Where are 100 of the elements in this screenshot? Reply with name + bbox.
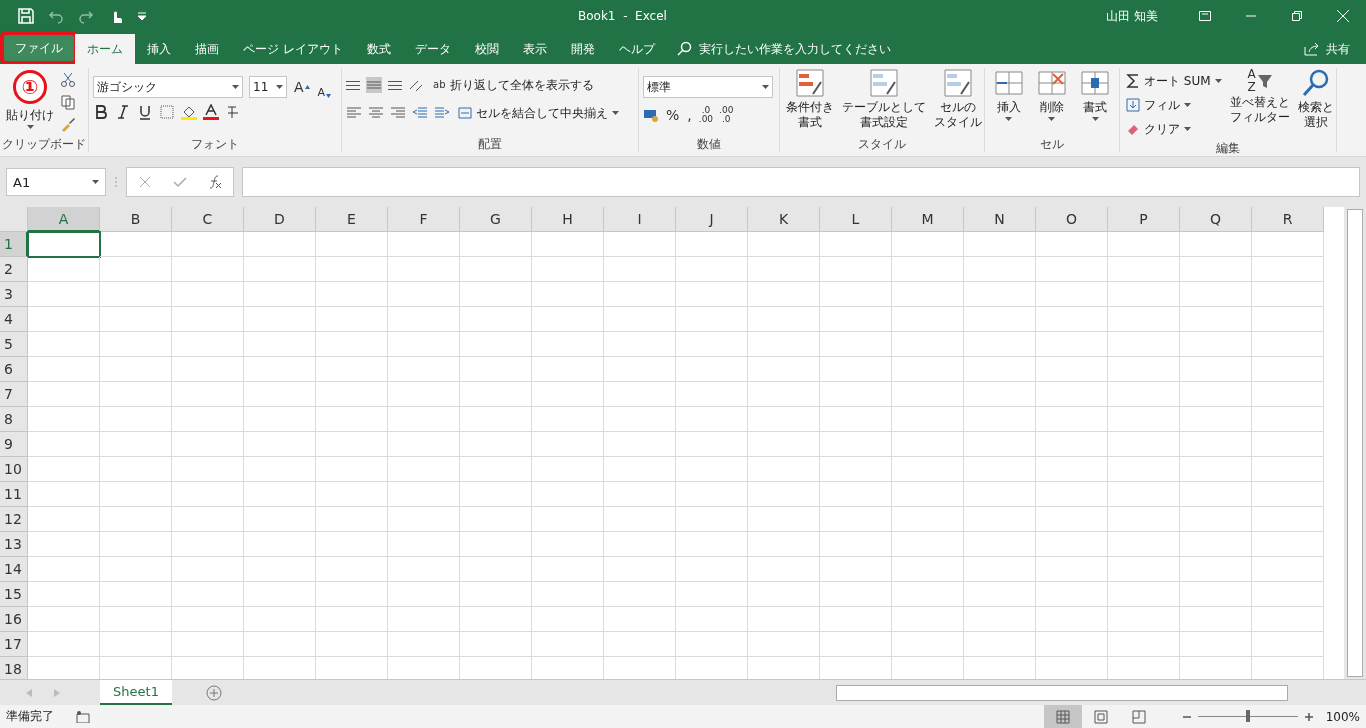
- ribbon-tab[interactable]: 挿入: [135, 34, 183, 64]
- table-cell[interactable]: [1180, 457, 1252, 482]
- table-cell[interactable]: [316, 557, 388, 582]
- table-cell[interactable]: [1036, 482, 1108, 507]
- table-cell[interactable]: [1108, 457, 1180, 482]
- table-cell[interactable]: [820, 257, 892, 282]
- table-cell[interactable]: [388, 582, 460, 607]
- table-cell[interactable]: [964, 482, 1036, 507]
- table-cell[interactable]: [676, 357, 748, 382]
- table-cell[interactable]: [1180, 582, 1252, 607]
- row-header[interactable]: 16: [0, 607, 28, 632]
- table-cell[interactable]: [820, 382, 892, 407]
- table-cell[interactable]: [316, 432, 388, 457]
- table-cell[interactable]: [316, 332, 388, 357]
- ribbon-tab[interactable]: データ: [402, 34, 463, 64]
- table-cell[interactable]: [1180, 432, 1252, 457]
- table-cell[interactable]: [388, 257, 460, 282]
- table-cell[interactable]: [1252, 357, 1324, 382]
- table-cell[interactable]: [676, 457, 748, 482]
- table-cell[interactable]: [820, 332, 892, 357]
- zoom-slider-thumb[interactable]: [1245, 710, 1250, 722]
- row-header[interactable]: 1: [0, 232, 28, 257]
- table-cell[interactable]: [460, 307, 532, 332]
- table-cell[interactable]: [676, 282, 748, 307]
- table-cell[interactable]: [1180, 557, 1252, 582]
- table-cell[interactable]: [316, 457, 388, 482]
- table-cell[interactable]: [532, 607, 604, 632]
- increase-decimal-button[interactable]: .0 .00: [698, 105, 714, 125]
- table-cell[interactable]: [28, 482, 100, 507]
- table-cell[interactable]: [100, 332, 172, 357]
- table-cell[interactable]: [964, 382, 1036, 407]
- table-cell[interactable]: [28, 457, 100, 482]
- table-cell[interactable]: [676, 382, 748, 407]
- table-cell[interactable]: [388, 532, 460, 557]
- table-cell[interactable]: [964, 607, 1036, 632]
- table-cell[interactable]: [1252, 582, 1324, 607]
- table-cell[interactable]: [1108, 282, 1180, 307]
- table-cell[interactable]: [748, 257, 820, 282]
- table-cell[interactable]: [244, 432, 316, 457]
- table-cell[interactable]: [604, 407, 676, 432]
- column-header[interactable]: R: [1252, 207, 1324, 232]
- autosum-button[interactable]: オート SUM: [1124, 70, 1224, 92]
- table-cell[interactable]: [748, 457, 820, 482]
- table-cell[interactable]: [820, 357, 892, 382]
- table-cell[interactable]: [676, 482, 748, 507]
- table-cell[interactable]: [316, 582, 388, 607]
- ribbon-tab[interactable]: ヘルプ: [606, 34, 667, 64]
- table-cell[interactable]: [748, 632, 820, 657]
- table-cell[interactable]: [820, 557, 892, 582]
- select-all-corner[interactable]: [0, 207, 28, 232]
- table-cell[interactable]: [820, 582, 892, 607]
- table-cell[interactable]: [676, 582, 748, 607]
- table-cell[interactable]: [604, 332, 676, 357]
- table-cell[interactable]: [1108, 407, 1180, 432]
- table-cell[interactable]: [604, 532, 676, 557]
- ribbon-tab[interactable]: 描画: [183, 34, 231, 64]
- table-cell[interactable]: [316, 482, 388, 507]
- table-cell[interactable]: [460, 507, 532, 532]
- table-cell[interactable]: [388, 382, 460, 407]
- table-cell[interactable]: [28, 507, 100, 532]
- table-cell[interactable]: [388, 457, 460, 482]
- table-cell[interactable]: [1252, 632, 1324, 657]
- table-cell[interactable]: [1252, 257, 1324, 282]
- table-cell[interactable]: [676, 332, 748, 357]
- table-cell[interactable]: [100, 632, 172, 657]
- table-cell[interactable]: [532, 557, 604, 582]
- table-cell[interactable]: [892, 507, 964, 532]
- table-cell[interactable]: [1108, 357, 1180, 382]
- table-cell[interactable]: [604, 632, 676, 657]
- table-cell[interactable]: [604, 482, 676, 507]
- table-cell[interactable]: [1252, 557, 1324, 582]
- table-cell[interactable]: [1108, 582, 1180, 607]
- row-header[interactable]: 2: [0, 257, 28, 282]
- table-cell[interactable]: [172, 382, 244, 407]
- table-cell[interactable]: [244, 382, 316, 407]
- table-cell[interactable]: [748, 357, 820, 382]
- table-cell[interactable]: [1108, 332, 1180, 357]
- row-header[interactable]: 18: [0, 657, 28, 679]
- table-cell[interactable]: [460, 557, 532, 582]
- name-box[interactable]: A1: [6, 168, 106, 196]
- table-cell[interactable]: [1252, 432, 1324, 457]
- table-cell[interactable]: [28, 532, 100, 557]
- table-cell[interactable]: [388, 232, 460, 257]
- table-cell[interactable]: [1180, 282, 1252, 307]
- table-cell[interactable]: [100, 507, 172, 532]
- table-cell[interactable]: [316, 357, 388, 382]
- table-cell[interactable]: [1108, 482, 1180, 507]
- table-cell[interactable]: [28, 582, 100, 607]
- table-cell[interactable]: [892, 407, 964, 432]
- table-cell[interactable]: [964, 432, 1036, 457]
- table-cell[interactable]: [172, 607, 244, 632]
- table-cell[interactable]: [388, 282, 460, 307]
- table-cell[interactable]: [28, 382, 100, 407]
- table-cell[interactable]: [748, 482, 820, 507]
- table-cell[interactable]: [820, 607, 892, 632]
- table-cell[interactable]: [676, 632, 748, 657]
- table-cell[interactable]: [748, 607, 820, 632]
- table-cell[interactable]: [1252, 382, 1324, 407]
- table-cell[interactable]: [388, 607, 460, 632]
- table-cell[interactable]: [172, 507, 244, 532]
